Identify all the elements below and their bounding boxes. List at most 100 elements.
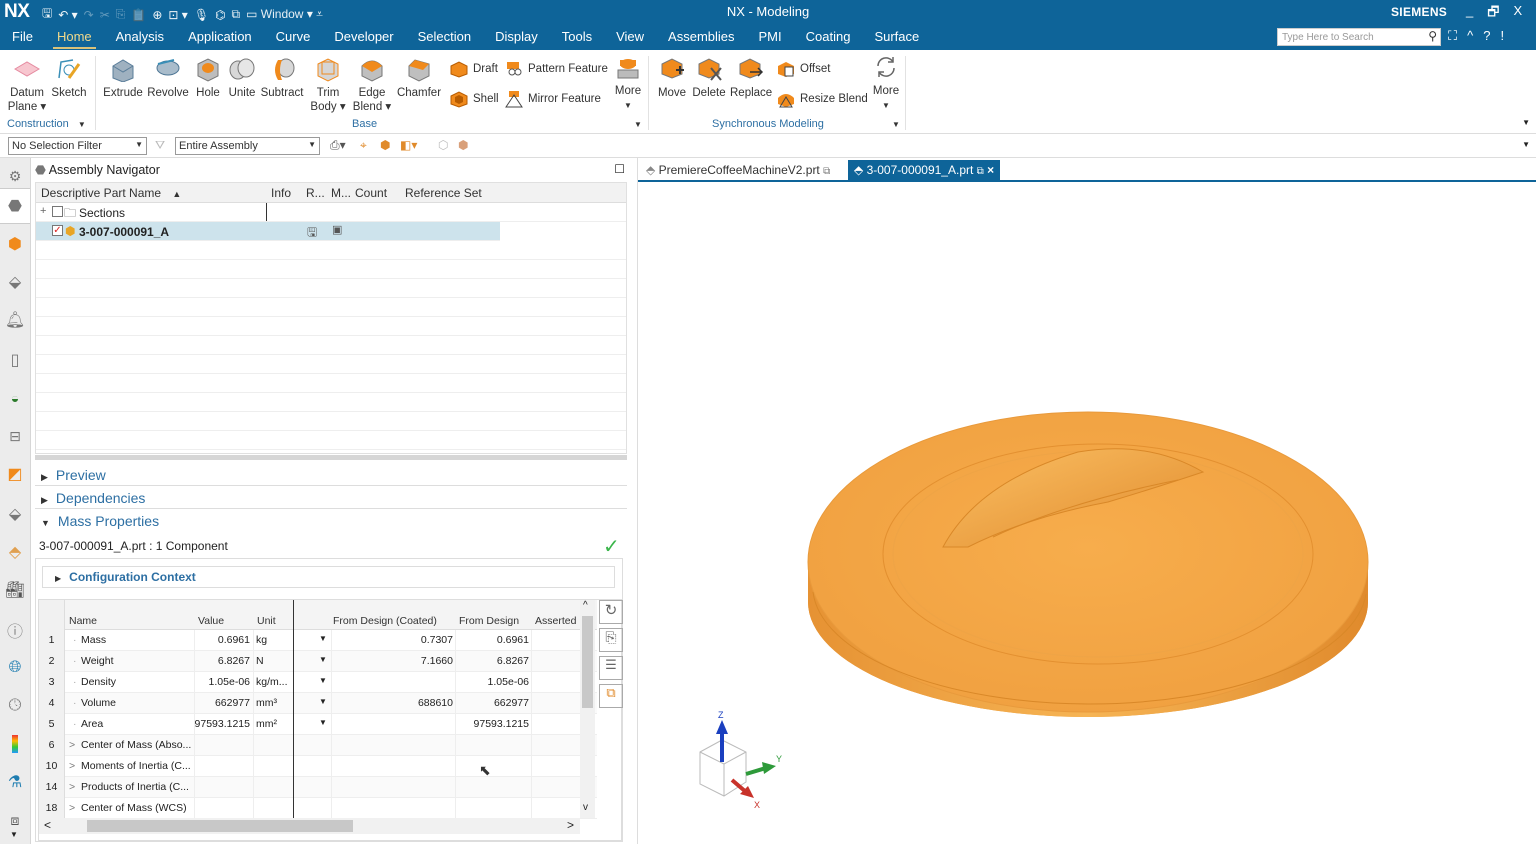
menu-tab-pmi[interactable]: PMI: [747, 24, 794, 50]
help-icon[interactable]: ?: [1483, 28, 1490, 44]
scroll-right-icon[interactable]: >: [567, 818, 574, 832]
hierarchy-icon[interactable]: ⧉: [599, 684, 623, 708]
minimize-button[interactable]: _: [1466, 3, 1473, 25]
scroll-left-icon[interactable]: <: [44, 818, 51, 832]
dependencies-section-header[interactable]: ▶ Dependencies: [35, 487, 627, 509]
menu-tab-view[interactable]: View: [604, 24, 656, 50]
configuration-context-header[interactable]: ▶ Configuration Context: [42, 566, 615, 588]
mass-row[interactable]: 2 · Weight 6.8267 N ▼ 7.1660 6.8267: [39, 651, 597, 672]
datum-plane-button[interactable]: Datum Plane ▾: [6, 56, 48, 114]
mass-row[interactable]: 5 · Area 97593.1215 mm² ▼ 97593.1215: [39, 714, 597, 735]
tooling-tab[interactable]: ⬘: [0, 534, 30, 570]
expand-icon[interactable]: +: [40, 205, 46, 217]
col-asserted[interactable]: Asserted: [535, 615, 576, 627]
menu-tab-developer[interactable]: Developer: [322, 24, 405, 50]
fullscreen-icon[interactable]: ⛶: [1448, 28, 1457, 44]
coffee-lid-model[interactable]: [807, 411, 1369, 717]
tree-row-sections[interactable]: + 🗀 Sections: [36, 203, 626, 222]
delete-face-button[interactable]: Delete: [690, 56, 728, 100]
shell-button[interactable]: Shell: [449, 90, 499, 108]
unit-dropdown-icon[interactable]: ▼: [319, 634, 327, 643]
col-value[interactable]: Value: [198, 615, 224, 627]
base-more-button[interactable]: More ▼: [610, 54, 646, 113]
pin-icon[interactable]: ⧉: [823, 166, 830, 177]
search-icon[interactable]: ⚲: [1428, 29, 1437, 43]
menu-tab-home[interactable]: Home: [45, 24, 104, 50]
maximize-panel-icon[interactable]: ☐: [614, 162, 625, 176]
info-tab[interactable]: ⓘ: [0, 612, 30, 648]
ribbon-options-icon[interactable]: ▼: [1522, 118, 1530, 127]
col-name[interactable]: Name: [69, 615, 97, 627]
resize-blend-button[interactable]: Resize Blend: [776, 90, 868, 108]
doc-tab-coffee-machine[interactable]: ⬘ PremiereCoffeeMachineV2.prt ⧉: [640, 160, 836, 180]
mass-row[interactable]: 3 · Density 1.05e-06 kg/m... ▼ 1.05e-06: [39, 672, 597, 693]
export-icon[interactable]: ⎘: [599, 628, 623, 652]
menu-tab-surface[interactable]: Surface: [862, 24, 931, 50]
scrollbar-thumb[interactable]: [87, 820, 353, 832]
selection-scope-dropdown[interactable]: Entire Assembly ▼: [175, 137, 320, 155]
doc-tab-lid[interactable]: ⬘ 3-007-000091_A.prt ⧉ ×: [848, 160, 1001, 180]
col-reference-set[interactable]: Reference Set: [405, 186, 482, 200]
filter-reset-icon[interactable]: ⛛: [155, 138, 165, 153]
selection-filter-dropdown[interactable]: No Selection Filter ▼: [8, 137, 147, 155]
analysis-tab[interactable]: [0, 726, 30, 762]
menu-tab-coating[interactable]: Coating: [794, 24, 863, 50]
visibility-checkbox[interactable]: [52, 206, 63, 217]
offset-region-button[interactable]: Offset: [776, 60, 830, 78]
menu-tab-display[interactable]: Display: [483, 24, 550, 50]
close-tab-icon[interactable]: ×: [987, 163, 994, 177]
scrollbar-thumb[interactable]: [582, 616, 593, 708]
close-button[interactable]: X: [1513, 3, 1522, 25]
mirror-feature-button[interactable]: Mirror Feature: [504, 90, 601, 108]
simulation-tab[interactable]: ⚗: [0, 764, 30, 800]
mold-tab[interactable]: ⬙: [0, 496, 30, 532]
toolbar-options-icon[interactable]: ▼: [1522, 140, 1530, 149]
role-tab[interactable]: ◩: [0, 456, 30, 492]
preview-section-header[interactable]: ▶ Preview: [35, 464, 627, 486]
revolve-button[interactable]: Revolve: [146, 56, 190, 100]
column-splitter[interactable]: [293, 600, 294, 818]
col-from-design[interactable]: From Design: [459, 615, 519, 627]
draft-button[interactable]: Draft: [449, 60, 498, 78]
select-component-icon[interactable]: ⬡: [438, 138, 448, 152]
select-face-icon[interactable]: ◧▾: [400, 138, 417, 152]
col-info[interactable]: Info: [271, 186, 291, 200]
col-r[interactable]: R...: [306, 186, 325, 200]
unit-dropdown-icon[interactable]: ▼: [319, 676, 327, 685]
trim-body-button[interactable]: Trim Body ▾: [308, 56, 348, 114]
checklist-icon[interactable]: ☰: [599, 656, 623, 680]
replace-face-button[interactable]: Replace: [730, 56, 772, 100]
tree-row-part[interactable]: ✓ ⬢ 3-007-000091_A 🖫 ▣: [36, 222, 500, 241]
history-tab[interactable]: 🕓︎: [0, 688, 30, 724]
chamfer-button[interactable]: Chamfer: [396, 56, 442, 100]
menu-tab-curve[interactable]: Curve: [264, 24, 323, 50]
panel-splitter[interactable]: [35, 455, 627, 460]
restore-button[interactable]: 🗗: [1487, 3, 1499, 25]
subtract-button[interactable]: Subtract: [260, 56, 304, 100]
menu-tab-selection[interactable]: Selection: [406, 24, 483, 50]
mass-properties-section-header[interactable]: ▼ Mass Properties: [35, 510, 627, 532]
vertical-scrollbar[interactable]: ^ v: [580, 600, 595, 818]
edge-blend-button[interactable]: Edge Blend ▾: [350, 56, 394, 114]
col-m[interactable]: M...: [331, 186, 351, 200]
sketch-button[interactable]: Sketch: [50, 56, 88, 100]
constraint-navigator-tab[interactable]: ⬢: [0, 226, 30, 262]
expand-icon[interactable]: >: [69, 781, 75, 793]
menu-tab-application[interactable]: Application: [176, 24, 264, 50]
unite-button[interactable]: Unite: [226, 56, 258, 100]
mass-row[interactable]: 18 > Center of Mass (WCS): [39, 798, 597, 819]
type-filter-icon[interactable]: ⎙▾: [330, 138, 346, 153]
expand-icon[interactable]: >: [69, 802, 75, 814]
mass-row[interactable]: 1 · Mass 0.6961 kg ▼ 0.7307 0.6961: [39, 630, 597, 651]
move-face-button[interactable]: Move: [654, 56, 690, 100]
horizontal-scrollbar[interactable]: < >: [39, 818, 580, 834]
reuse-library-tab[interactable]: ▯: [0, 342, 30, 378]
menu-tab-analysis[interactable]: Analysis: [104, 24, 176, 50]
collapse-ribbon-icon[interactable]: ^: [1467, 28, 1473, 44]
expand-icon[interactable]: >: [69, 760, 75, 772]
alert-icon[interactable]: !: [1500, 28, 1504, 44]
mass-row[interactable]: 4 · Volume 662977 mm³ ▼ 688610 662977: [39, 693, 597, 714]
col-unit[interactable]: Unit: [257, 615, 276, 627]
drawing-tab[interactable]: ⊟: [0, 418, 30, 454]
recalculate-icon[interactable]: ↻: [599, 600, 623, 624]
